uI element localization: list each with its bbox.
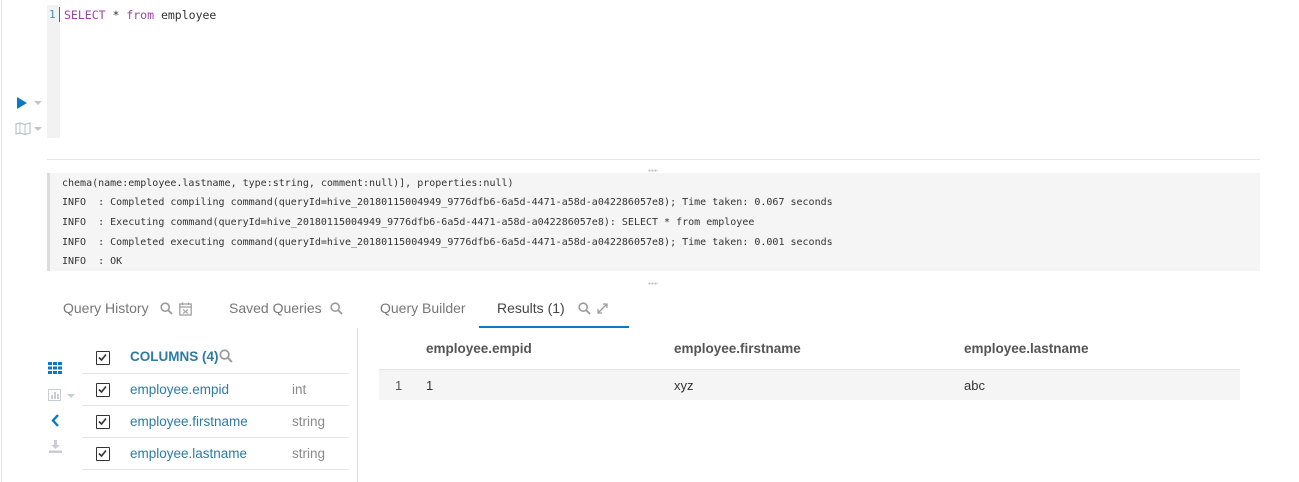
column-type: string: [292, 446, 326, 461]
active-tab-indicator: [479, 326, 629, 328]
column-checkbox[interactable]: [96, 447, 110, 461]
sql-text-table: employee: [154, 8, 217, 22]
download-icon[interactable]: [49, 440, 62, 458]
row-separator: [82, 405, 349, 406]
log-line: INFO : Completed compiling command(query…: [62, 197, 833, 208]
sql-text-star: *: [105, 8, 127, 22]
chevron-left-icon[interactable]: [51, 414, 60, 432]
line-number: 1: [49, 8, 56, 21]
row-separator: [82, 469, 349, 470]
tab-query-builder[interactable]: Query Builder: [380, 300, 466, 316]
grid-view-icon[interactable]: [48, 361, 62, 379]
column-name[interactable]: employee.firstname: [130, 414, 248, 429]
grid-cell[interactable]: xyz: [674, 378, 694, 393]
tab-query-history[interactable]: Query History: [63, 300, 149, 316]
chevron-down-icon: [34, 101, 42, 105]
columns-header[interactable]: COLUMNS (4): [130, 349, 219, 364]
panel-divider[interactable]: [357, 328, 358, 482]
grid-header-cell[interactable]: employee.firstname: [674, 341, 801, 356]
select-all-columns-checkbox[interactable]: [96, 351, 110, 365]
search-icon[interactable]: [160, 302, 173, 320]
log-line: INFO : Executing command(queryId=hive_20…: [62, 217, 755, 228]
column-checkbox[interactable]: [96, 383, 110, 397]
search-icon[interactable]: [330, 302, 343, 320]
grid-header-cell[interactable]: employee.lastname: [964, 341, 1089, 356]
column-name[interactable]: employee.empid: [130, 382, 229, 397]
editor-separator: [47, 159, 1260, 160]
map-icon: [15, 122, 31, 135]
column-name[interactable]: employee.lastname: [130, 446, 247, 461]
editor-resize-handle[interactable]: [648, 169, 658, 172]
row-index: 1: [395, 378, 403, 393]
sql-code-line[interactable]: SELECT * from employee: [64, 8, 216, 22]
log-resize-handle[interactable]: [648, 282, 658, 285]
tab-saved-queries[interactable]: Saved Queries: [229, 300, 322, 316]
grid-header-cell[interactable]: employee.empid: [426, 341, 532, 356]
sql-editor[interactable]: 1 SELECT * from employee: [0, 0, 1299, 150]
column-type: string: [292, 414, 326, 429]
map-button[interactable]: [15, 121, 45, 137]
sql-keyword-select: SELECT: [64, 8, 106, 22]
column-type: int: [292, 382, 307, 397]
text-cursor: [59, 7, 60, 22]
log-line: INFO : OK: [62, 256, 123, 267]
grid-cell[interactable]: 1: [426, 378, 433, 393]
chevron-down-icon: [34, 127, 42, 131]
search-icon[interactable]: [578, 302, 591, 320]
table-row[interactable]: [379, 370, 1240, 400]
grid-cell[interactable]: abc: [964, 378, 985, 393]
chart-view-icon[interactable]: [48, 388, 76, 406]
tab-results[interactable]: Results (1): [497, 300, 565, 316]
execution-log: chema(name:employee.lastname, type:strin…: [47, 173, 1260, 271]
log-line: chema(name:employee.lastname, type:strin…: [62, 178, 514, 189]
line-gutter: [47, 5, 60, 138]
expand-icon[interactable]: [596, 302, 609, 320]
log-line: INFO : Completed executing command(query…: [62, 237, 833, 248]
sql-keyword-from: from: [126, 8, 155, 22]
row-separator: [82, 437, 349, 438]
row-separator: [82, 373, 349, 374]
calendar-icon[interactable]: [179, 302, 192, 321]
column-checkbox[interactable]: [96, 415, 110, 429]
play-icon: [17, 97, 27, 109]
search-icon[interactable]: [219, 349, 233, 368]
run-query-button[interactable]: [15, 95, 45, 111]
